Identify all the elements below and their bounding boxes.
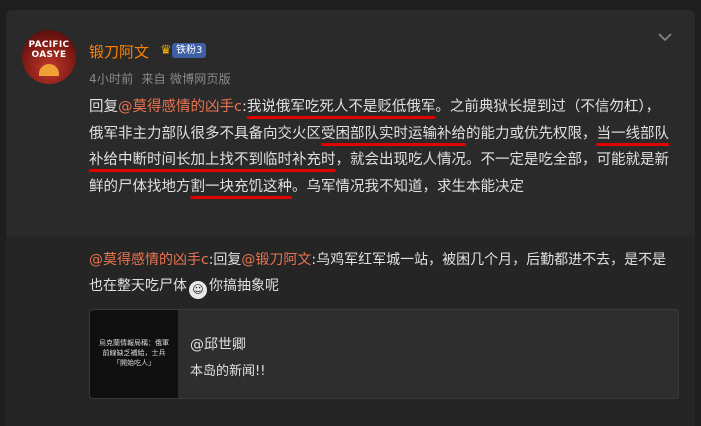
chevron-down-icon[interactable] [658, 32, 674, 44]
username-link[interactable]: 锻刀阿文 [89, 41, 149, 62]
quoted-reply-text: @莫得感情的凶手c:回复@锻刀阿文:乌鸡军红军城一站，被困几个月，后勤都进不去，… [89, 247, 674, 299]
fan-badge[interactable]: 铁粉3 [172, 43, 207, 58]
reply-text-3: 你搞抽象呢 [209, 278, 279, 294]
post-meta: 4小时前 来自 微博网页版 [89, 70, 231, 87]
post-source: 来自 微博网页版 [141, 72, 231, 86]
comment-body: 回复@莫得感情的凶手c:我说俄军吃死人不是贬低俄军。之前典狱长提到过（不信勿杠）… [89, 94, 669, 200]
mention-link[interactable]: @莫得感情的凶手c [118, 99, 242, 115]
reply-text-1: :回复 [208, 252, 242, 268]
emoji-face-icon: ☺ [189, 281, 207, 299]
underlined-text-4: 割一块充饥这种 [190, 178, 293, 195]
comment-text-5: 。乌军情况我不知道，求生本能决定 [292, 178, 524, 195]
reply-mention-1[interactable]: @莫得感情的凶手c [89, 252, 209, 268]
reply-mention-2[interactable]: @锻刀阿文 [241, 252, 311, 268]
comment-text-3: 的能力或优先权限， [466, 125, 597, 142]
underlined-text-2: 受困部队实时运输补给 [321, 125, 466, 142]
avatar[interactable]: PACIFIC OASYE [22, 30, 76, 84]
post-time: 4小时前 [89, 72, 134, 86]
shared-post-description: 本岛的新闻!! [190, 364, 266, 379]
reply-prefix: 回复 [89, 99, 118, 115]
shared-post-card[interactable]: 烏克蘭情報局稱：俄軍前線缺乏補給，士兵「開始吃人」 @邱世卿 本岛的新闻!! [89, 309, 679, 399]
crown-icon: ♛ [160, 43, 172, 58]
thumbnail-caption: 烏克蘭情報局稱：俄軍前線缺乏補給，士兵「開始吃人」 [99, 339, 169, 367]
avatar-sun-shape [39, 64, 59, 76]
shared-post-thumbnail[interactable]: 烏克蘭情報局稱：俄軍前線缺乏補給，士兵「開始吃人」 [90, 310, 178, 398]
avatar-logo-text: PACIFIC OASYE [28, 40, 70, 60]
shared-post-author[interactable]: @邱世卿 [190, 334, 246, 354]
underlined-text-1: 我说俄军吃死人不是贬低俄军 [246, 99, 436, 115]
